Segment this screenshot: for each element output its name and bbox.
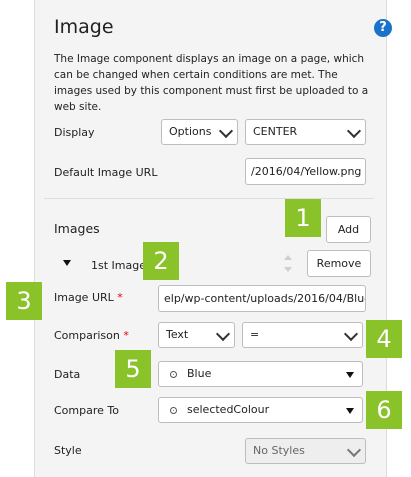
data-value: Blue <box>187 367 212 380</box>
comparison-label: Comparison * <box>54 329 129 342</box>
display-value: CENTER <box>253 125 298 138</box>
compare-to-select[interactable]: selectedColour <box>158 397 363 423</box>
style-label: Style <box>54 444 82 457</box>
callout-6: 6 <box>366 391 402 429</box>
comparison-label-text: Comparison <box>54 329 120 342</box>
comparison-type-value: Text <box>166 328 189 341</box>
data-select[interactable]: Blue <box>158 361 363 387</box>
component-description: The Image component displays an image on… <box>54 53 369 113</box>
comparison-operator-select[interactable]: = <box>242 322 363 348</box>
image-url-label: Image URL * <box>54 291 123 304</box>
chevron-down-icon <box>346 442 362 458</box>
display-label: Display <box>54 126 95 139</box>
image-url-input[interactable]: elp/wp-content/uploads/2016/04/Blue. <box>158 285 366 312</box>
caret-down-icon <box>346 372 354 378</box>
compare-to-label: Compare To <box>54 404 119 417</box>
help-icon[interactable]: ? <box>374 19 392 37</box>
display-mode-value: Options <box>169 125 212 138</box>
chevron-down-icon <box>215 326 231 342</box>
required-mark: * <box>123 329 129 342</box>
target-icon <box>170 371 177 378</box>
display-mode-select[interactable]: Options <box>161 119 238 145</box>
callout-5: 5 <box>115 350 151 388</box>
callout-4: 4 <box>366 320 402 358</box>
chevron-down-icon <box>346 123 362 139</box>
remove-image-button[interactable]: Remove <box>307 250 371 277</box>
image-url-label-text: Image URL <box>54 291 114 304</box>
section-divider <box>44 198 374 199</box>
default-image-url-label: Default Image URL <box>54 166 158 179</box>
image-item-name: 1st Image <box>91 259 146 272</box>
chevron-down-icon <box>343 326 359 342</box>
chevron-down-icon <box>218 123 234 139</box>
move-up-icon[interactable] <box>284 255 292 260</box>
collapse-triangle-icon[interactable] <box>63 260 71 266</box>
callout-2: 2 <box>143 242 179 280</box>
callout-1: 1 <box>285 199 321 237</box>
style-select[interactable]: No Styles <box>245 438 366 464</box>
display-value-select[interactable]: CENTER <box>245 119 366 145</box>
comparison-type-select[interactable]: Text <box>158 322 235 348</box>
comparison-operator-value: = <box>250 328 260 341</box>
target-icon <box>170 407 177 414</box>
caret-down-icon <box>346 408 354 414</box>
add-image-button[interactable]: Add <box>326 216 371 243</box>
style-value: No Styles <box>253 444 305 457</box>
move-down-icon[interactable] <box>284 267 292 272</box>
required-mark: * <box>117 291 123 304</box>
compare-to-value: selectedColour <box>187 403 270 416</box>
callout-3: 3 <box>6 282 42 320</box>
panel-title: Image <box>54 16 114 38</box>
data-label: Data <box>54 368 81 381</box>
default-image-url-input[interactable]: /2016/04/Yellow.png <box>245 158 366 185</box>
images-section-title: Images <box>54 221 100 236</box>
